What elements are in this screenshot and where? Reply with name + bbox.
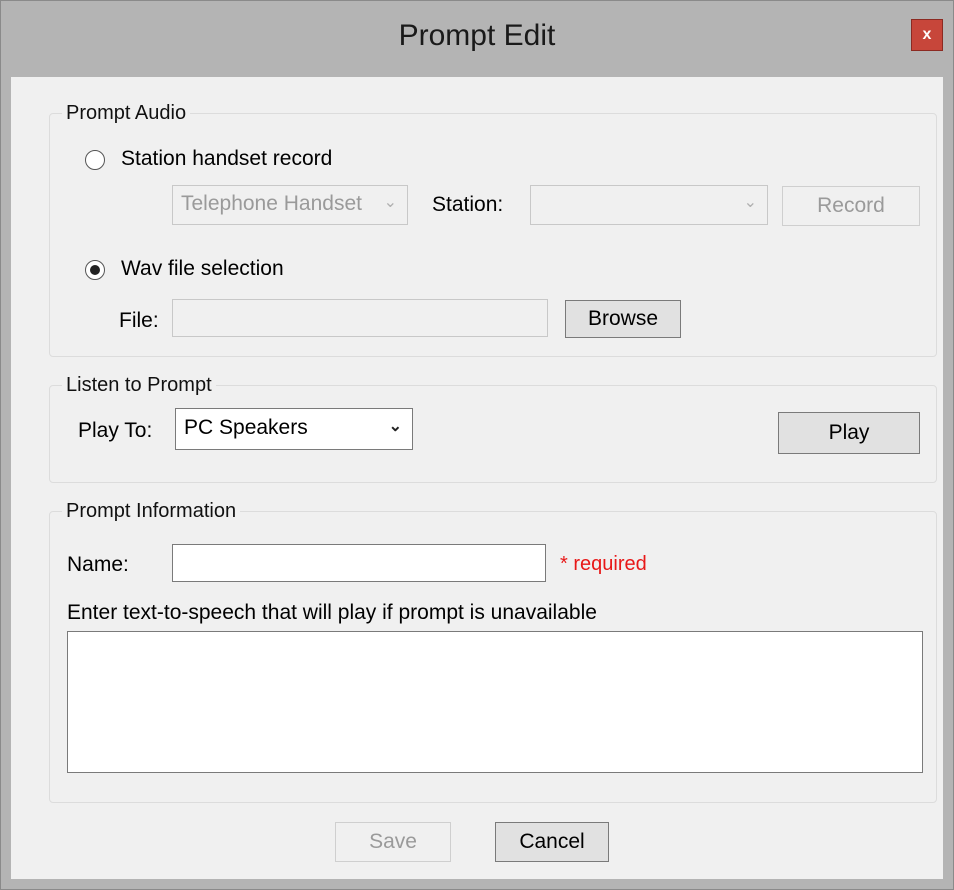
prompt-audio-group: Prompt Audio Station handset record Tele…: [49, 102, 937, 357]
name-label: Name:: [67, 553, 129, 576]
cancel-button[interactable]: Cancel: [495, 822, 609, 862]
tts-textarea[interactable]: [67, 631, 923, 773]
dialog-body: Prompt Audio Station handset record Tele…: [11, 77, 943, 879]
record-button[interactable]: Record: [782, 186, 920, 226]
required-indicator: * required: [560, 553, 647, 575]
station-handset-radio[interactable]: [85, 150, 105, 170]
radio-selected-dot: [90, 265, 100, 275]
play-to-label: Play To:: [78, 419, 153, 442]
prompt-edit-window: Prompt Edit x Prompt Audio Station hands…: [0, 0, 954, 890]
file-path-field[interactable]: [172, 299, 548, 337]
window-title: Prompt Edit: [398, 19, 556, 52]
prompt-info-group: Prompt Information Name: * required Ente…: [49, 500, 937, 803]
chevron-down-icon: ⌄: [383, 194, 397, 211]
prompt-info-group-label: Prompt Information: [62, 500, 241, 523]
listen-group: Listen to Prompt Play To: PC Speakers ⌄ …: [49, 374, 937, 483]
file-label: File:: [119, 309, 159, 332]
close-button[interactable]: x: [911, 19, 943, 51]
play-to-select[interactable]: PC Speakers ⌄: [175, 408, 413, 450]
station-handset-label: Station handset record: [121, 147, 333, 170]
handset-type-select[interactable]: Telephone Handset ⌄: [172, 185, 408, 225]
title-bar[interactable]: Prompt Edit x: [1, 1, 953, 77]
wav-file-radio[interactable]: [85, 260, 105, 280]
wav-file-label: Wav file selection: [121, 257, 284, 280]
save-button[interactable]: Save: [335, 822, 451, 862]
name-input[interactable]: [172, 544, 546, 582]
close-icon: x: [922, 26, 932, 43]
browse-button[interactable]: Browse: [565, 300, 681, 338]
play-to-value: PC Speakers: [184, 416, 308, 439]
station-select[interactable]: ⌄: [530, 185, 768, 225]
station-label: Station:: [432, 193, 504, 216]
chevron-down-icon: ⌄: [388, 418, 402, 435]
listen-group-label: Listen to Prompt: [62, 374, 216, 397]
play-button[interactable]: Play: [778, 412, 920, 454]
prompt-audio-group-label: Prompt Audio: [62, 102, 191, 125]
chevron-down-icon: ⌄: [743, 194, 757, 211]
tts-label: Enter text-to-speech that will play if p…: [67, 601, 597, 624]
handset-type-value: Telephone Handset: [181, 192, 362, 215]
